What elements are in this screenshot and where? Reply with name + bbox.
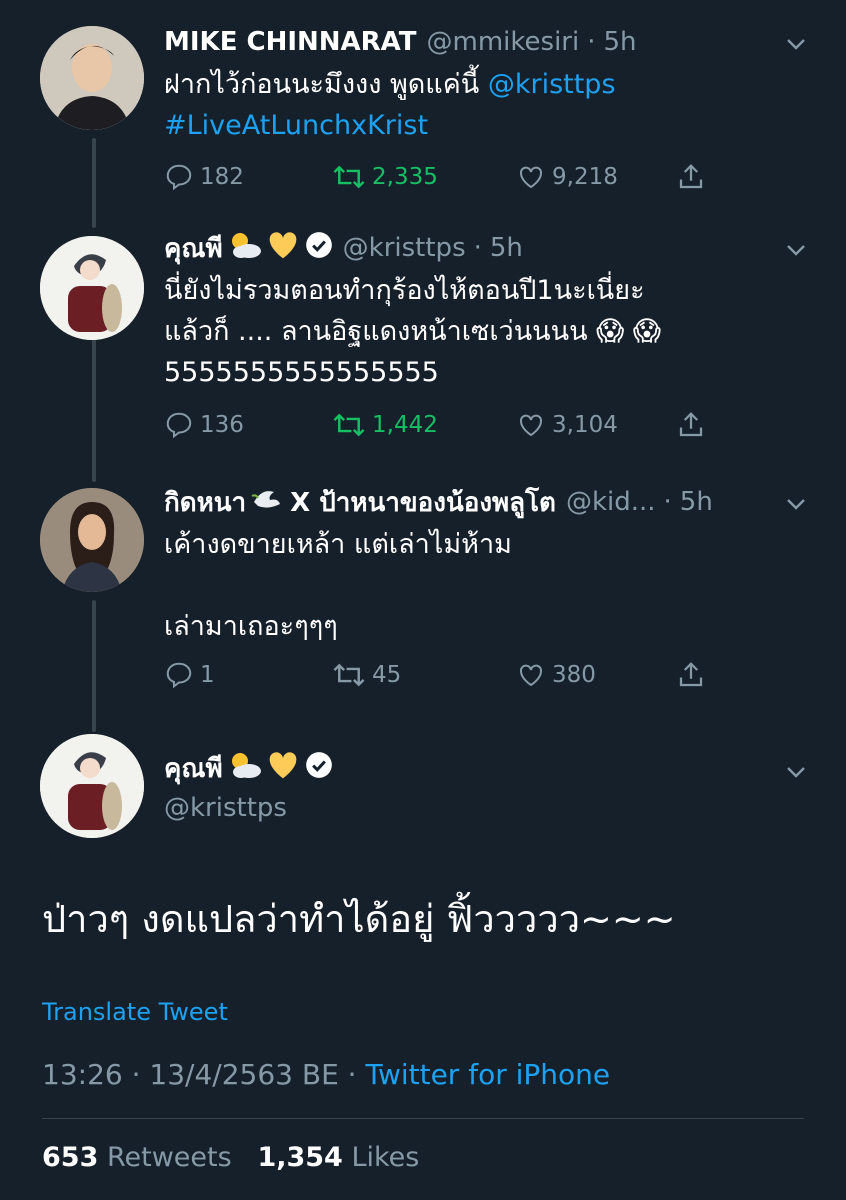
tweet-text: ฝากไว้ก่อนนะมึงงง พูดแค่นี้ @kristtps #Li…	[164, 64, 816, 146]
display-name[interactable]: คุณพี	[164, 228, 223, 269]
avatar[interactable]	[40, 488, 144, 592]
retweet-count: 1,442	[372, 412, 438, 438]
retweet-icon	[333, 413, 365, 437]
display-name[interactable]: คุณพี	[164, 748, 223, 789]
retweets-label: Retweets	[106, 1142, 232, 1173]
hashtag-link[interactable]: #LiveAtLunchxKrist	[164, 110, 428, 141]
likes-label: Likes	[351, 1142, 420, 1173]
tweet-text: เค้างดขายเหล้า แต่เล่าไม่ห้าม เล่ามาเถอะ…	[164, 529, 512, 642]
reply-icon	[166, 164, 192, 191]
retweet-button[interactable]: 45	[332, 660, 516, 690]
chevron-down-icon[interactable]	[784, 760, 808, 784]
retweet-icon	[333, 663, 365, 687]
share-button[interactable]	[676, 162, 712, 192]
share-icon	[679, 412, 703, 437]
thread-line	[92, 600, 96, 732]
retweet-button[interactable]: 1,442	[332, 410, 516, 440]
retweet-icon	[333, 165, 365, 189]
avatar[interactable]	[40, 236, 144, 340]
sun-cloud-emoji-icon	[227, 750, 263, 787]
thread-line	[92, 324, 96, 482]
chevron-down-icon[interactable]	[784, 238, 808, 262]
timestamp[interactable]: 5h	[603, 27, 636, 57]
source-link[interactable]: Twitter for iPhone	[365, 1058, 610, 1091]
handle[interactable]: @kristtps	[164, 793, 287, 823]
like-total: 1,354	[257, 1142, 343, 1173]
like-button[interactable]: 3,104	[516, 410, 676, 440]
yellow-heart-icon	[267, 750, 299, 787]
avatar[interactable]	[40, 26, 144, 130]
divider	[42, 1118, 804, 1119]
timestamp[interactable]: 5h	[490, 233, 523, 263]
reply-button[interactable]: 182	[164, 162, 332, 192]
retweet-button[interactable]: 2,335	[332, 162, 516, 192]
share-button[interactable]	[676, 410, 712, 440]
heart-icon	[519, 664, 543, 687]
separator-dot: ·	[663, 487, 672, 517]
reply-count: 1	[200, 662, 215, 688]
like-button[interactable]: 9,218	[516, 162, 676, 192]
chevron-down-icon[interactable]	[784, 32, 808, 56]
retweet-count: 2,335	[372, 164, 438, 190]
display-name[interactable]: กิดหนา	[164, 482, 246, 523]
retweet-count: 45	[372, 662, 402, 688]
handle[interactable]: @kid...	[566, 487, 656, 517]
reply-count: 136	[200, 412, 244, 438]
reply-button[interactable]: 136	[164, 410, 332, 440]
likes-stat[interactable]: 1,354 Likes	[257, 1142, 419, 1173]
like-count: 3,104	[552, 412, 618, 438]
reply-button[interactable]: 1	[164, 660, 332, 690]
engagement-stats: 653 Retweets 1,354 Likes	[42, 1142, 419, 1173]
verified-badge-icon	[305, 231, 333, 266]
retweets-stat[interactable]: 653 Retweets	[42, 1142, 232, 1173]
verified-badge-icon	[305, 751, 333, 786]
main-tweet-text: ป่าวๆ งดแปลว่าทำได้อยู่ ฟิ้ววววว~~~	[42, 897, 676, 941]
separator-dot: ·	[473, 233, 482, 263]
heart-icon	[519, 166, 543, 189]
like-count: 9,218	[552, 164, 618, 190]
like-count: 380	[552, 662, 596, 688]
tweet-text-body: ฝากไว้ก่อนนะมึงงง พูดแค่นี้	[164, 69, 488, 100]
yellow-heart-icon	[267, 230, 299, 267]
tweet-text: นี่ยังไม่รวมตอนทำกุร้องไห้ตอนปี1นะเนี่ยะ…	[164, 275, 661, 388]
reply-count: 182	[200, 164, 244, 190]
reply-icon	[166, 662, 192, 689]
display-name-suffix[interactable]: X ป้าหนาของน้องพลูโต	[290, 482, 556, 523]
thread-line	[92, 138, 96, 228]
share-icon	[679, 164, 703, 189]
mention-link[interactable]: @kristtps	[488, 69, 616, 100]
chevron-down-icon[interactable]	[784, 492, 808, 516]
avatar[interactable]	[40, 734, 144, 838]
handle[interactable]: @mmikesiri	[427, 27, 580, 57]
heart-icon	[519, 414, 543, 437]
dove-icon	[250, 484, 282, 521]
share-icon	[679, 662, 703, 687]
sun-cloud-emoji-icon	[227, 230, 263, 267]
translate-tweet-link[interactable]: Translate Tweet	[42, 998, 228, 1026]
reply-icon	[166, 412, 192, 439]
separator-dot: ·	[587, 27, 596, 57]
retweet-total: 653	[42, 1142, 99, 1173]
display-name[interactable]: MIKE CHINNARAT	[164, 27, 417, 57]
handle[interactable]: @kristtps	[343, 233, 466, 263]
timestamp[interactable]: 5h	[680, 487, 713, 517]
like-button[interactable]: 380	[516, 660, 676, 690]
tweet-timestamp: 13:26 · 13/4/2563 BE ·	[42, 1058, 366, 1091]
share-button[interactable]	[676, 660, 712, 690]
tweet-meta: 13:26 · 13/4/2563 BE · Twitter for iPhon…	[42, 1058, 610, 1091]
